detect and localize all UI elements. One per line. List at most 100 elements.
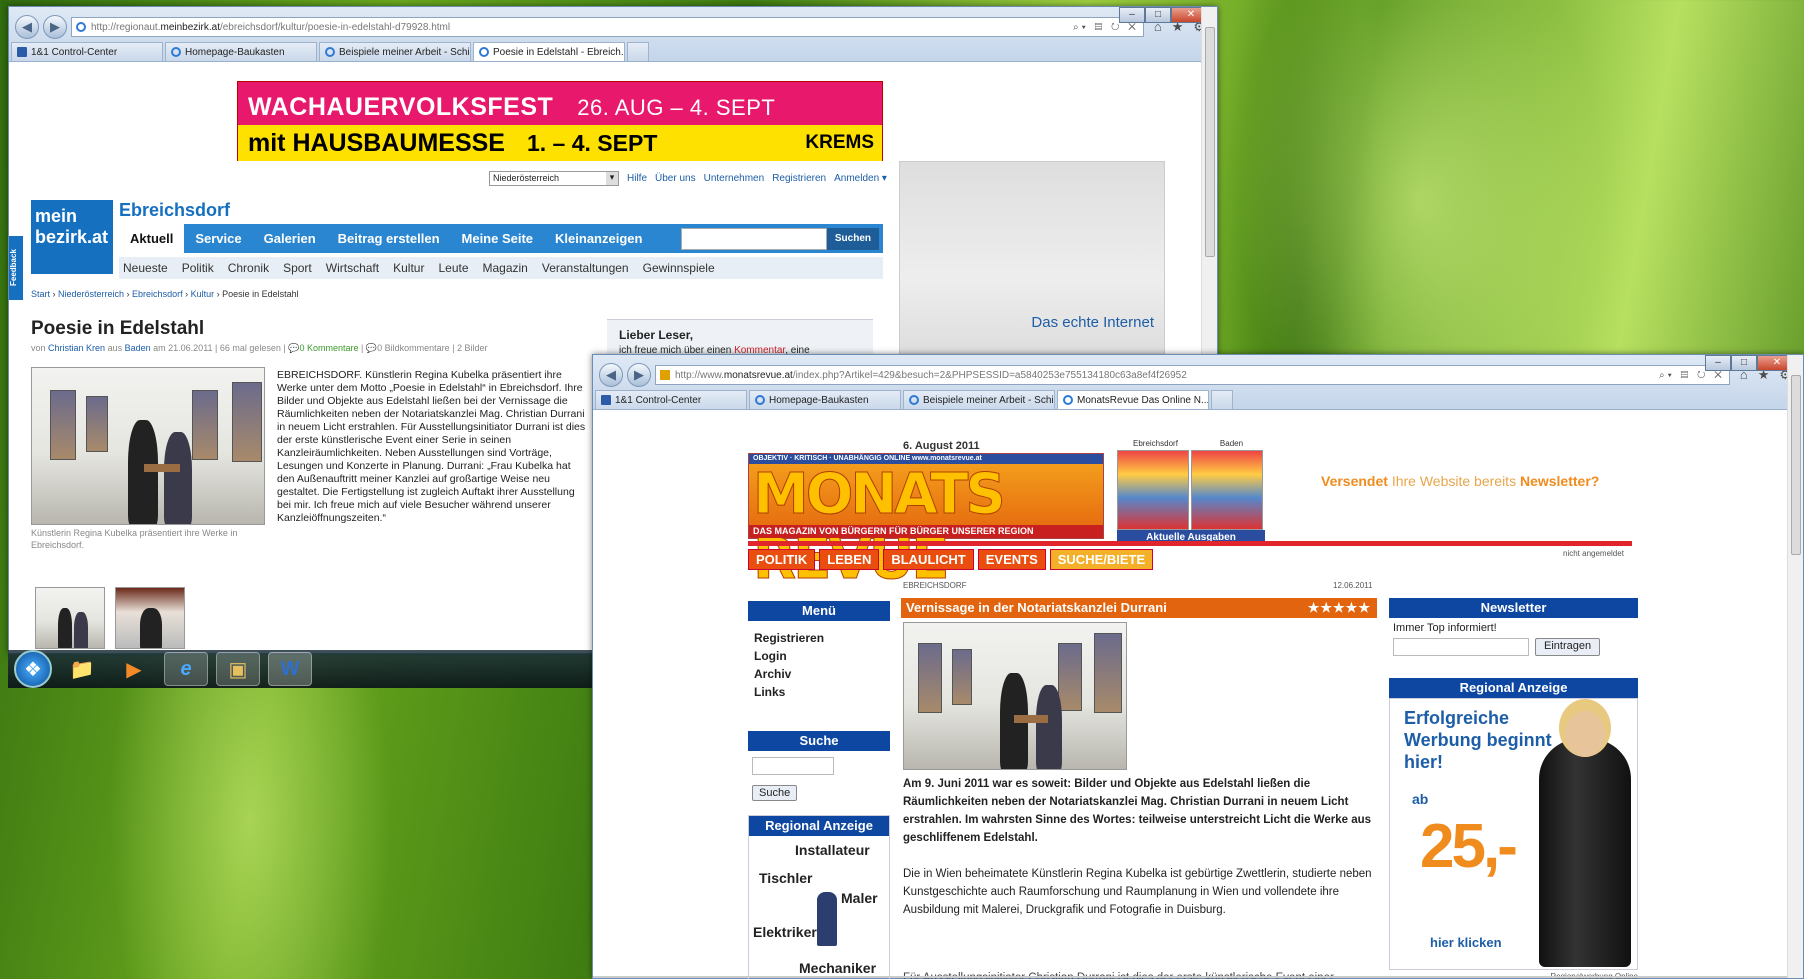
side-ad[interactable]: Das echte Internet (899, 161, 1165, 357)
newsletter-email-input[interactable] (1393, 638, 1529, 656)
nav-suche-biete[interactable]: SUCHE/BIETE (1049, 549, 1154, 570)
subnav-item[interactable]: Veranstaltungen (542, 261, 629, 275)
search-input[interactable] (680, 227, 827, 250)
tab-3[interactable]: Beispiele meiner Arbeit - Schie... (903, 390, 1055, 409)
address-tools-icon[interactable]: ⌕▾ ▤ ↻ ✕ (1659, 370, 1725, 381)
newsletter-title: Newsletter (1389, 598, 1638, 618)
breadcrumb-item[interactable]: Start (31, 289, 50, 299)
cover-ebreichsdorf[interactable] (1117, 450, 1189, 530)
nav-service[interactable]: Service (184, 224, 252, 253)
scrollbar[interactable] (1787, 355, 1803, 978)
tab-3[interactable]: Beispiele meiner Arbeit - Schie... (319, 42, 471, 61)
newsletter-ad[interactable]: Versendet Ihre Website bereits Newslette… (1321, 473, 1599, 489)
nav-galerien[interactable]: Galerien (253, 224, 327, 253)
breadcrumb: Start › Niederösterreich › Ebreichsdorf … (31, 289, 299, 299)
address-tools-icon[interactable]: ⌕▾ ▤ ↻ ✕ (1073, 22, 1139, 33)
comments-link[interactable]: 0 Kommentare (300, 343, 359, 353)
horizontal-scrollbar[interactable] (593, 976, 1787, 978)
article-photo[interactable] (903, 622, 1127, 770)
nav-politik[interactable]: POLITIK (748, 549, 816, 570)
article-photo[interactable] (31, 367, 265, 525)
link-anmelden[interactable]: Anmelden ▾ (834, 173, 887, 184)
tab-label: Homepage-Baukasten (185, 46, 285, 58)
back-button[interactable]: ◀ (599, 363, 623, 387)
subnav-item[interactable]: Kultur (393, 261, 424, 275)
link-registrieren[interactable]: Registrieren (772, 173, 826, 184)
rating-stars-icon[interactable]: ★★★★★ (1308, 598, 1371, 618)
nav-aktuell[interactable]: Aktuell (119, 224, 185, 253)
back-button[interactable]: ◀ (15, 15, 39, 39)
subnav-item[interactable]: Sport (283, 261, 312, 275)
menu-archiv[interactable]: Archiv (754, 665, 884, 683)
subnav-item[interactable]: Politik (182, 261, 214, 275)
newsletter-text: Immer Top informiert! (1393, 622, 1497, 634)
link-unternehmen[interactable]: Unternehmen (704, 173, 765, 184)
subnav-item[interactable]: Chronik (228, 261, 269, 275)
left-menu: Menü Registrieren Login Archiv Links (748, 601, 890, 709)
nav-meine-seite[interactable]: Meine Seite (451, 224, 545, 253)
ad-link[interactable]: hier klicken (1430, 935, 1502, 950)
nav-events[interactable]: EVENTS (977, 549, 1046, 570)
new-tab-button[interactable] (627, 42, 649, 61)
nav-beitrag-erstellen[interactable]: Beitrag erstellen (327, 224, 451, 253)
menu-links[interactable]: Links (754, 683, 884, 701)
tab-4[interactable]: MonatsRevue Das Online N...✕ (1057, 390, 1209, 409)
monatsrevue-logo[interactable]: OBJEKTIV · KRITISCH · UNABHÄNGIG ONLINE … (748, 453, 1104, 593)
feedback-tab[interactable]: Feedback (9, 236, 23, 300)
tab-2[interactable]: Homepage-Baukasten (165, 42, 317, 61)
breadcrumb-item[interactable]: Niederösterreich (58, 289, 124, 299)
regional-ad-right[interactable]: Regional Anzeige Erfolgreiche Werbung be… (1389, 678, 1638, 979)
thumbnail-1[interactable] (35, 587, 105, 649)
forward-button[interactable]: ▶ (43, 15, 67, 39)
region-select[interactable]: Niederösterreich (489, 171, 619, 186)
breadcrumb-item[interactable]: Ebreichsdorf (132, 289, 183, 299)
subnav-item[interactable]: Wirtschaft (326, 261, 379, 275)
tab-1[interactable]: 1&1 Control-Center (595, 390, 747, 409)
subnav-item[interactable]: Gewinnspiele (643, 261, 715, 275)
menu-login[interactable]: Login (754, 647, 884, 665)
tab-4[interactable]: Poesie in Edelstahl - Ebreich...✕ (473, 42, 625, 61)
maximize-button[interactable]: □ (1731, 355, 1757, 371)
cover-baden[interactable] (1191, 450, 1263, 530)
newsletter-submit-button[interactable]: Eintragen (1535, 638, 1601, 656)
search-button[interactable]: Suche (752, 785, 798, 801)
folder-icon[interactable]: 📁 (60, 652, 104, 686)
subnav-item[interactable]: Leute (438, 261, 468, 275)
windows-taskbar: ❖ 📁 ▶ e ▣ W (8, 650, 592, 688)
internet-explorer-icon[interactable]: e (164, 652, 208, 686)
nav-kleinanzeigen[interactable]: Kleinanzeigen (544, 224, 653, 253)
media-player-icon[interactable]: ▶ (112, 652, 156, 686)
magazine-covers[interactable]: Ebreichsdorf Baden Aktuelle Ausgaben (1117, 439, 1265, 545)
nav-leben[interactable]: LEBEN (819, 549, 880, 570)
new-tab-button[interactable] (1211, 390, 1233, 409)
regional-ad-left[interactable]: Regional Anzeige Installateur Tischler M… (748, 815, 890, 979)
maximize-button[interactable]: □ (1145, 7, 1171, 23)
address-bar[interactable]: http://www.monatsrevue.at/index.php?Arti… (655, 365, 1730, 385)
minimize-button[interactable]: – (1119, 7, 1145, 23)
start-orb-icon[interactable]: ❖ (14, 650, 52, 688)
word-icon[interactable]: W (268, 652, 312, 686)
subnav-item[interactable]: Neueste (123, 261, 168, 275)
nav-blaulicht[interactable]: BLAULICHT (883, 549, 974, 570)
minimize-button[interactable]: – (1705, 355, 1731, 371)
tab-2[interactable]: Homepage-Baukasten (749, 390, 901, 409)
tab-label: Poesie in Edelstahl - Ebreich... (493, 46, 625, 58)
search-input[interactable] (752, 757, 834, 775)
ad-banner-volksfest[interactable]: WACHAUERVOLKSFEST 26. AUG – 4. SEPT mit H… (237, 81, 883, 161)
sub-nav: Neueste Politik Chronik Sport Wirtschaft Kult… (119, 257, 883, 279)
breadcrumb-item[interactable]: Kultur (191, 289, 215, 299)
search-button[interactable]: Suchen (826, 227, 879, 250)
forward-button[interactable]: ▶ (627, 363, 651, 387)
meinbezirk-logo[interactable]: mein bezirk.at (31, 200, 113, 274)
author-link[interactable]: Christian Kren (48, 343, 105, 353)
app-icon[interactable]: ▣ (216, 652, 260, 686)
menu-registrieren[interactable]: Registrieren (754, 629, 884, 647)
link-hilfe[interactable]: Hilfe (627, 173, 647, 184)
subnav-item[interactable]: Magazin (483, 261, 528, 275)
link-ueber-uns[interactable]: Über uns (655, 173, 696, 184)
place-link[interactable]: Baden (125, 343, 151, 353)
article-paragraph: Die in Wien beheimatete Künstlerin Regin… (903, 868, 1372, 916)
tab-1[interactable]: 1&1 Control-Center (11, 42, 163, 61)
thumbnail-2[interactable] (115, 587, 185, 649)
address-bar[interactable]: http://regionaut.meinbezirk.at/ebreichsd… (71, 17, 1144, 37)
